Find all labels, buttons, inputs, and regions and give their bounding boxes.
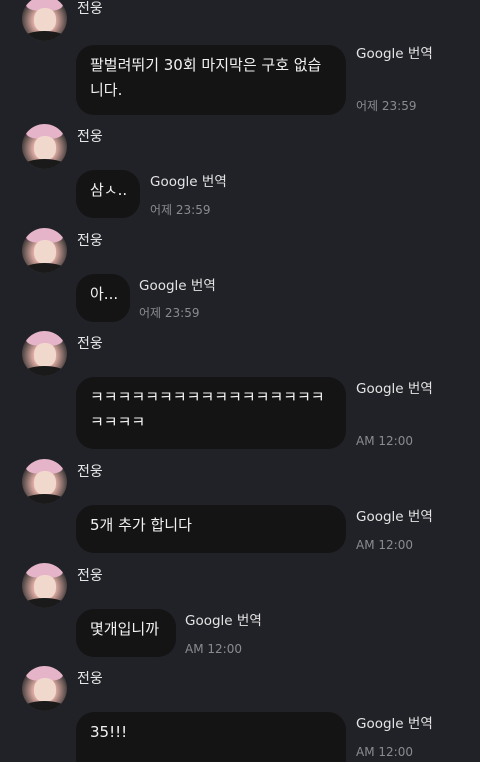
sender-avatar[interactable] (22, 459, 67, 504)
google-translate-link[interactable]: Google 번역 (356, 45, 433, 63)
sender-name: 전웅 (77, 671, 103, 687)
message-timestamp: 어제 23:59 (139, 306, 200, 320)
message-timestamp: AM 12:00 (356, 745, 413, 759)
google-translate-link[interactable]: Google 번역 (185, 612, 262, 630)
message-timestamp: AM 12:00 (356, 434, 413, 448)
message-bubble[interactable]: 삼ㅅ.. (76, 170, 140, 218)
sender-avatar[interactable] (22, 228, 67, 273)
message-bubble[interactable]: 5개 추가 합니다 (76, 505, 346, 553)
google-translate-link[interactable]: Google 번역 (356, 508, 433, 526)
google-translate-link[interactable]: Google 번역 (150, 173, 227, 191)
sender-name: 전웅 (77, 336, 103, 352)
sender-avatar[interactable] (22, 0, 67, 41)
message-bubble[interactable]: ㅋㅋㅋㅋㅋㅋㅋㅋㅋㅋㅋㅋㅋㅋㅋㅋㅋ ㅋㅋㅋㅋ (76, 377, 346, 449)
chat-log[interactable]: 전웅 팔벌려뛰기 30회 마지막은 구호 없습 니다. Google 번역 어제… (0, 0, 480, 762)
message-bubble[interactable]: 몇개입니까 (76, 609, 176, 657)
google-translate-link[interactable]: Google 번역 (139, 277, 216, 295)
sender-avatar[interactable] (22, 331, 67, 376)
sender-name: 전웅 (77, 568, 103, 584)
sender-avatar[interactable] (22, 563, 67, 608)
sender-name: 전웅 (77, 233, 103, 249)
sender-name: 전웅 (77, 1, 103, 17)
message-timestamp: 어제 23:59 (150, 203, 211, 217)
sender-name: 전웅 (77, 464, 103, 480)
message-bubble[interactable]: 아... (76, 274, 130, 322)
message-timestamp: 어제 23:59 (356, 99, 417, 113)
message-timestamp: AM 12:00 (356, 538, 413, 552)
sender-avatar[interactable] (22, 124, 67, 169)
sender-avatar[interactable] (22, 666, 67, 711)
message-bubble[interactable]: 팔벌려뛰기 30회 마지막은 구호 없습 니다. (76, 45, 346, 115)
message-bubble[interactable]: 35!!! (76, 712, 346, 762)
google-translate-link[interactable]: Google 번역 (356, 380, 433, 398)
message-timestamp: AM 12:00 (185, 642, 242, 656)
sender-name: 전웅 (77, 129, 103, 145)
google-translate-link[interactable]: Google 번역 (356, 715, 433, 733)
